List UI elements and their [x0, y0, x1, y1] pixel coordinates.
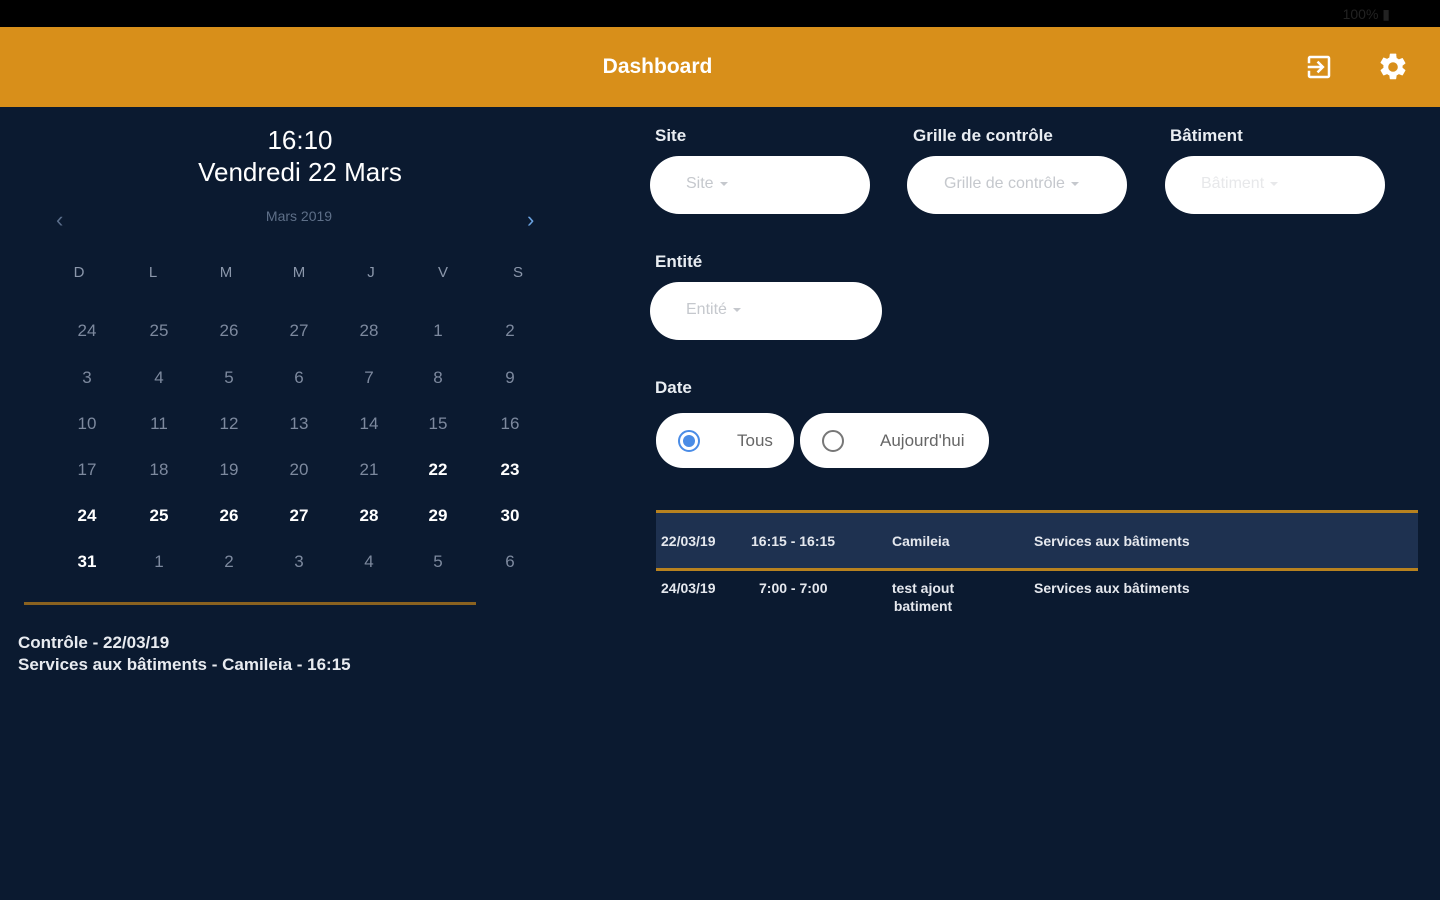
calendar-day[interactable]: 29 — [418, 506, 458, 526]
calendar-day[interactable]: 2 — [490, 321, 530, 341]
app-bar: Dashboard — [0, 27, 1440, 107]
gear-icon — [1380, 53, 1406, 80]
calendar-day[interactable]: 25 — [139, 506, 179, 526]
row-date: 24/03/19 — [661, 580, 716, 596]
site-dropdown[interactable]: Site — [650, 156, 870, 214]
weekday-label: L — [148, 264, 158, 281]
current-time: 16:10 — [267, 125, 333, 155]
calendar-day[interactable]: 28 — [349, 321, 389, 341]
radio-aujourdhui[interactable]: Aujourd'hui — [800, 413, 989, 468]
calendar-day[interactable]: 28 — [349, 506, 389, 526]
entite-placeholder: Entité — [686, 301, 727, 318]
calendar-day[interactable]: 23 — [490, 460, 530, 480]
calendar-day[interactable]: 5 — [209, 368, 249, 388]
row-date: 22/03/19 — [661, 533, 716, 549]
row-time: 16:15 - 16:15 — [751, 533, 836, 549]
calendar-day[interactable]: 27 — [279, 506, 319, 526]
caret-down-icon — [1070, 181, 1079, 186]
calendar-day[interactable]: 22 — [418, 460, 458, 480]
event-detail[interactable]: Services aux bâtiments - Camileia - 16:1… — [18, 655, 351, 675]
calendar-day[interactable]: 31 — [67, 552, 107, 572]
calendar-day[interactable]: 1 — [418, 321, 458, 341]
caret-down-icon — [719, 181, 728, 186]
calendar-day[interactable]: 14 — [349, 414, 389, 434]
calendar-day[interactable]: 17 — [67, 460, 107, 480]
grille-label: Grille de contrôle — [913, 126, 1053, 145]
row-entity: test ajout batiment — [891, 580, 955, 614]
grille-dropdown[interactable]: Grille de contrôle — [907, 156, 1127, 214]
logout-button[interactable] — [1301, 49, 1337, 85]
calendar-day[interactable]: 7 — [349, 368, 389, 388]
calendar-day[interactable]: 19 — [209, 460, 249, 480]
table-divider — [656, 568, 1418, 571]
page-title: Dashboard — [602, 55, 713, 78]
weekday-label: M — [292, 264, 306, 281]
row-time: 7:00 - 7:00 — [759, 580, 828, 596]
row-service: Services aux bâtiments — [1034, 580, 1190, 596]
weekday-label: S — [512, 264, 523, 281]
site-label: Site — [655, 126, 687, 145]
calendar-day[interactable]: 12 — [209, 414, 249, 434]
radio-aujourdhui-label: Aujourd'hui — [880, 431, 965, 450]
row-entity: Camileia — [892, 533, 950, 549]
calendar-day[interactable]: 26 — [209, 321, 249, 341]
site-placeholder: Site — [686, 175, 714, 192]
calendar-day[interactable]: 21 — [349, 460, 389, 480]
weekday-label: M — [219, 264, 233, 281]
grille-placeholder: Grille de contrôle — [944, 175, 1065, 192]
radio-tous[interactable]: Tous — [656, 413, 794, 468]
caret-down-icon — [1270, 181, 1279, 186]
radio-tous-label: Tous — [737, 431, 773, 450]
calendar-day[interactable]: 24 — [67, 321, 107, 341]
status-bar: 100% ▮ — [0, 0, 1440, 27]
calendar-day[interactable]: 30 — [490, 506, 530, 526]
calendar-day[interactable]: 2 — [209, 552, 249, 572]
weekday-label: D — [73, 264, 85, 281]
calendar-day[interactable]: 24 — [67, 506, 107, 526]
logout-icon — [1307, 55, 1331, 79]
calendar-day[interactable]: 5 — [418, 552, 458, 572]
batiment-label: Bâtiment — [1170, 126, 1243, 145]
calendar-day[interactable]: 3 — [67, 368, 107, 388]
weekday-label: J — [367, 264, 375, 281]
calendar-day[interactable]: 10 — [67, 414, 107, 434]
calendar-day[interactable]: 6 — [490, 552, 530, 572]
radio-checked-icon — [678, 430, 700, 452]
entite-label: Entité — [655, 252, 703, 271]
calendar-day[interactable]: 18 — [139, 460, 179, 480]
calendar-day[interactable]: 20 — [279, 460, 319, 480]
calendar-day[interactable]: 9 — [490, 368, 530, 388]
batiment-dropdown[interactable]: Bâtiment — [1165, 156, 1385, 214]
current-date: Vendredi 22 Mars — [198, 157, 402, 187]
calendar-day[interactable]: 4 — [349, 552, 389, 572]
radio-unchecked-icon — [822, 430, 844, 452]
calendar-day[interactable]: 26 — [209, 506, 249, 526]
status-text: 100% ▮ — [1342, 6, 1390, 22]
row-service: Services aux bâtiments — [1034, 533, 1190, 549]
calendar-day[interactable]: 15 — [418, 414, 458, 434]
calendar-day[interactable]: 6 — [279, 368, 319, 388]
settings-button[interactable] — [1375, 49, 1411, 85]
calendar-day[interactable]: 4 — [139, 368, 179, 388]
calendar-day[interactable]: 16 — [490, 414, 530, 434]
calendar-day[interactable]: 3 — [279, 552, 319, 572]
calendar-day[interactable]: 1 — [139, 552, 179, 572]
calendar-day[interactable]: 25 — [139, 321, 179, 341]
next-month-button[interactable]: › — [527, 207, 534, 233]
caret-down-icon — [732, 307, 741, 312]
event-title[interactable]: Contrôle - 22/03/19 — [18, 633, 169, 653]
calendar-month-label: Mars 2019 — [265, 208, 333, 224]
calendar-day[interactable]: 13 — [279, 414, 319, 434]
calendar-day[interactable]: 8 — [418, 368, 458, 388]
calendar-day[interactable]: 27 — [279, 321, 319, 341]
calendar-day[interactable]: 11 — [139, 414, 179, 434]
divider — [24, 602, 476, 605]
entite-dropdown[interactable]: Entité — [650, 282, 882, 340]
batiment-placeholder: Bâtiment — [1201, 175, 1265, 192]
date-label: Date — [655, 378, 692, 397]
weekday-label: V — [437, 264, 448, 281]
